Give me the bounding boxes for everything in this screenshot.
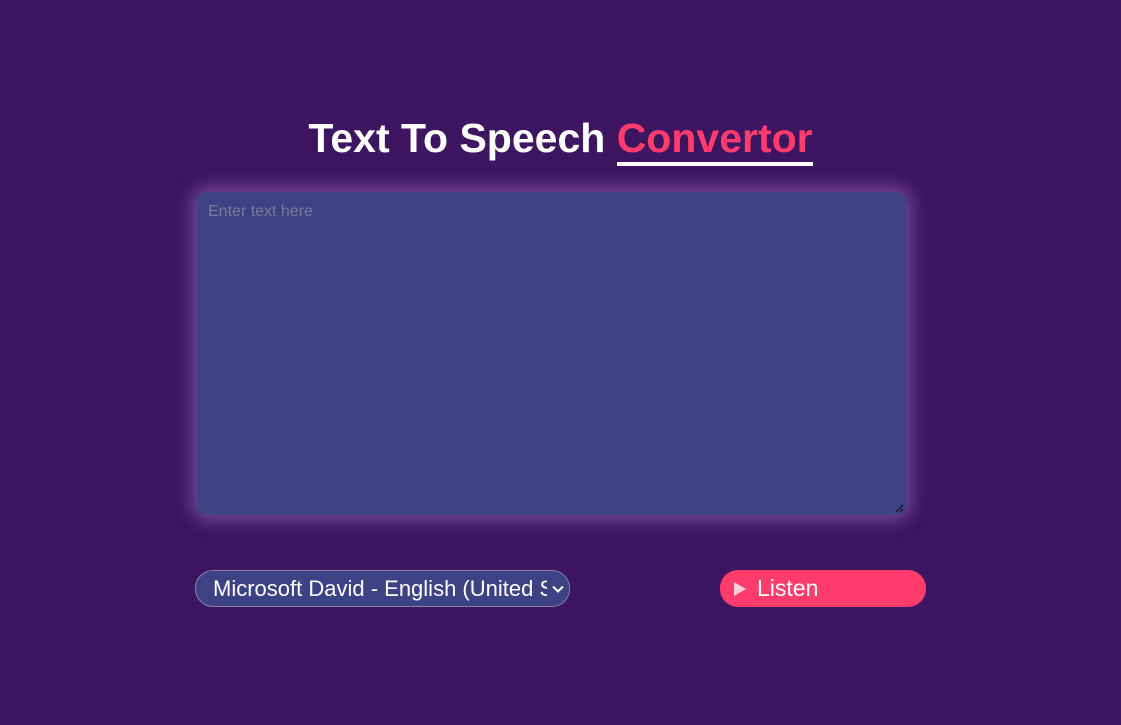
listen-button-label: Listen (757, 575, 819, 601)
page-title-main: Text To Speech (308, 115, 606, 161)
play-icon (734, 582, 746, 596)
page-title: Text To Speech Convertor (0, 113, 1121, 166)
voice-select[interactable]: Microsoft David - English (United States… (195, 570, 570, 607)
resize-handle-icon[interactable] (894, 503, 904, 513)
voice-select-value: Microsoft David - English (United States… (213, 576, 547, 601)
chevron-down-icon[interactable] (547, 571, 569, 606)
text-input[interactable] (197, 192, 906, 515)
page-title-accent: Convertor (616, 115, 813, 166)
listen-button[interactable]: Listen (720, 570, 926, 607)
text-input-container (197, 192, 906, 515)
page: Text To Speech Convertor Microsoft David… (0, 0, 1121, 725)
